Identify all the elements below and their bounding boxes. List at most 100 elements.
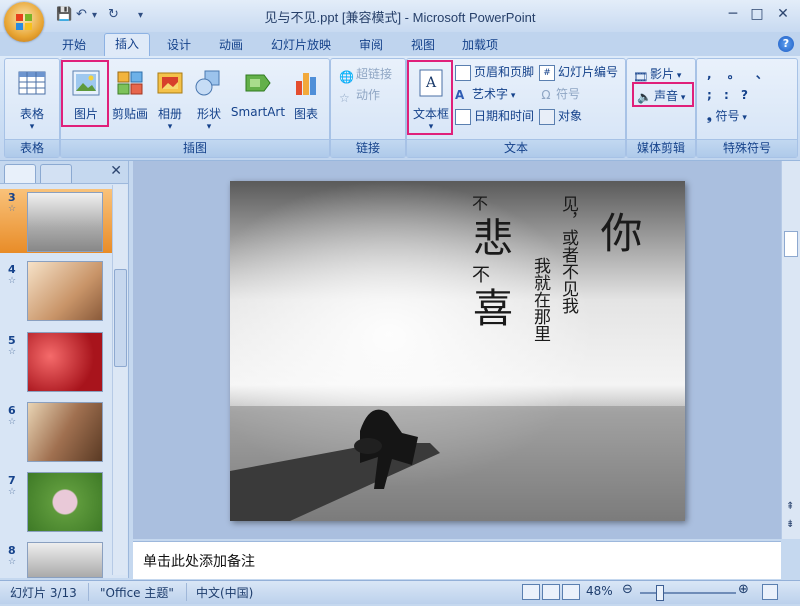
zoom-in-icon[interactable]: ⊕ <box>738 582 749 597</box>
slides-tab[interactable] <box>4 164 36 183</box>
slide-text-ni[interactable]: 你 <box>588 211 649 253</box>
action-button[interactable]: ☆ 动作 <box>339 86 381 105</box>
next-slide-icon[interactable]: ⇟ <box>786 519 794 530</box>
close-icon[interactable]: ✕ <box>110 163 122 179</box>
slide-text-jianhuozhe[interactable]: 见，或者不见我 <box>556 195 581 314</box>
object-button[interactable]: 对象 <box>539 107 582 125</box>
separator <box>186 583 187 601</box>
ribbon: 表格 ▾ 表格 图片 剪贴画 相册 ▾ 形状 ▾ SmartArt 图表 插图 … <box>0 56 800 161</box>
undo-icon[interactable]: ↶ <box>76 7 87 22</box>
office-button[interactable] <box>4 2 44 42</box>
shapes-button[interactable]: 形状 ▾ <box>187 63 231 133</box>
slide-number-icon: # <box>539 64 555 81</box>
clipart-button-label: 剪贴画 <box>111 107 148 121</box>
slide-thumb-6[interactable]: 6 ☆ <box>0 402 112 466</box>
thumbnail-image <box>27 261 103 321</box>
tab-design[interactable]: 设计 <box>167 35 191 55</box>
punctuation-row-2[interactable]: ; : ? <box>707 86 752 104</box>
panel-tabs: ✕ <box>0 161 128 184</box>
calendar-icon <box>455 108 471 125</box>
album-button[interactable]: 相册 ▾ <box>149 63 191 133</box>
undo-dropdown-icon[interactable]: ▾ <box>92 10 97 21</box>
slide-text-bei[interactable]: 悲 <box>460 217 518 257</box>
group-links: 🌐 超链接 ☆ 动作 链接 <box>330 58 406 158</box>
chart-button[interactable]: 图表 <box>285 63 327 133</box>
slide-thumb-5[interactable]: 5 ☆ <box>0 332 112 396</box>
slide-info: 幻灯片 3/13 <box>10 586 77 600</box>
dropdown-arrow-icon: ▾ <box>739 113 747 123</box>
customize-qat-icon[interactable]: ▾ <box>138 10 143 21</box>
group-label-media: 媒体剪辑 <box>627 139 695 157</box>
slide-thumb-3[interactable]: 3 ☆ <box>0 189 112 253</box>
tab-view[interactable]: 视图 <box>411 35 435 55</box>
tab-review[interactable]: 审阅 <box>359 35 383 55</box>
table-icon <box>18 71 46 95</box>
fit-window-icon[interactable] <box>762 584 778 600</box>
slide-text-bu[interactable]: 不 <box>466 265 492 283</box>
photo-album-icon <box>157 72 183 94</box>
maximize-button[interactable]: □ <box>744 4 770 24</box>
redo-icon[interactable]: ↻ <box>108 7 119 22</box>
slide-thumb-7[interactable]: 7 ☆ <box>0 472 112 536</box>
movie-button[interactable]: 🎞 影片 ▾ <box>633 65 681 84</box>
slide-thumb-4[interactable]: 4 ☆ <box>0 261 112 325</box>
wordart-button[interactable]: A 艺术字 ▾ <box>455 85 515 103</box>
zoom-level[interactable]: 48% <box>586 584 613 598</box>
outline-tab[interactable] <box>40 164 72 183</box>
minimize-button[interactable]: ─ <box>720 4 746 24</box>
notes-pane[interactable]: 单击此处添加备注 <box>133 541 781 579</box>
zoom-slider-thumb[interactable] <box>656 585 664 601</box>
movie-label: 影片 <box>650 67 675 81</box>
tab-addins[interactable]: 加载项 <box>462 35 498 55</box>
action-label: 动作 <box>356 88 381 102</box>
tab-animation[interactable]: 动画 <box>219 35 243 55</box>
zoom-out-icon[interactable]: ⊖ <box>622 582 633 597</box>
help-icon[interactable]: ? <box>778 36 794 52</box>
scrollbar-thumb[interactable] <box>114 269 127 367</box>
slide[interactable]: 不 悲 不 喜 我就在那里 见，或者不见我 你 <box>230 181 685 521</box>
save-icon[interactable]: 💾 <box>56 7 72 22</box>
slide-number: 3 <box>8 191 16 204</box>
group-label-text: 文本 <box>407 139 625 157</box>
punctuation-row-1[interactable]: , 。 、 <box>707 65 774 83</box>
hyperlink-icon: 🌐 <box>339 69 354 84</box>
table-button[interactable]: 表格 ▾ <box>8 63 56 133</box>
slide-text-xi[interactable]: 喜 <box>460 287 518 327</box>
slide-number: 4 <box>8 263 16 276</box>
tab-slideshow[interactable]: 幻灯片放映 <box>271 35 331 55</box>
language[interactable]: 中文(中国) <box>196 584 253 601</box>
symbol-button[interactable]: Ω 符号 <box>539 85 580 103</box>
symbol-label: 符号 <box>556 87 581 101</box>
close-button[interactable]: ✕ <box>770 4 796 24</box>
notes-placeholder[interactable]: 单击此处添加备注 <box>143 551 255 571</box>
transition-star-icon: ☆ <box>8 557 17 567</box>
prev-slide-icon[interactable]: ⇞ <box>786 501 794 512</box>
header-footer-button[interactable]: 页眉和页脚 <box>455 63 534 81</box>
slide-number: 8 <box>8 544 16 557</box>
smartart-button[interactable]: SmartArt <box>229 63 287 133</box>
slide-text-bu-small[interactable]: 不 <box>466 195 490 211</box>
zoom-slider-track[interactable] <box>640 592 736 594</box>
hyperlink-button[interactable]: 🌐 超链接 <box>339 65 392 84</box>
slide-sorter-icon[interactable] <box>542 584 560 600</box>
thumbnail-image <box>27 332 103 392</box>
slide-number-button[interactable]: # 幻灯片编号 <box>539 63 618 81</box>
special-symbol-button[interactable]: ❟ 符号 ▾ <box>707 107 747 125</box>
tab-home[interactable]: 开始 <box>62 35 86 55</box>
transition-star-icon: ☆ <box>8 487 17 497</box>
clipart-button[interactable]: 剪贴画 <box>107 63 153 133</box>
scrollbar-thumb[interactable] <box>784 231 798 257</box>
dropdown-arrow-icon: ▾ <box>206 122 212 132</box>
datetime-button[interactable]: 日期和时间 <box>455 107 534 125</box>
thumbnail-image <box>27 542 103 578</box>
transition-star-icon: ☆ <box>8 417 17 427</box>
tab-insert[interactable]: 插入 <box>104 33 151 57</box>
slides-panel-scrollbar[interactable] <box>112 185 127 575</box>
slideshow-icon[interactable] <box>562 584 580 600</box>
slides-panel: ✕ 3 ☆ 4 ☆ 5 ☆ 6 ☆ 7 ☆ 8 ☆ <box>0 161 129 578</box>
slide-scrollbar[interactable]: ⇞ ⇟ <box>781 161 800 539</box>
textbox-highlight-box <box>407 60 453 135</box>
slide-text-woyuzainali[interactable]: 我就在那里 <box>528 257 553 342</box>
office-logo-icon <box>16 14 32 30</box>
normal-view-icon[interactable] <box>522 584 540 600</box>
